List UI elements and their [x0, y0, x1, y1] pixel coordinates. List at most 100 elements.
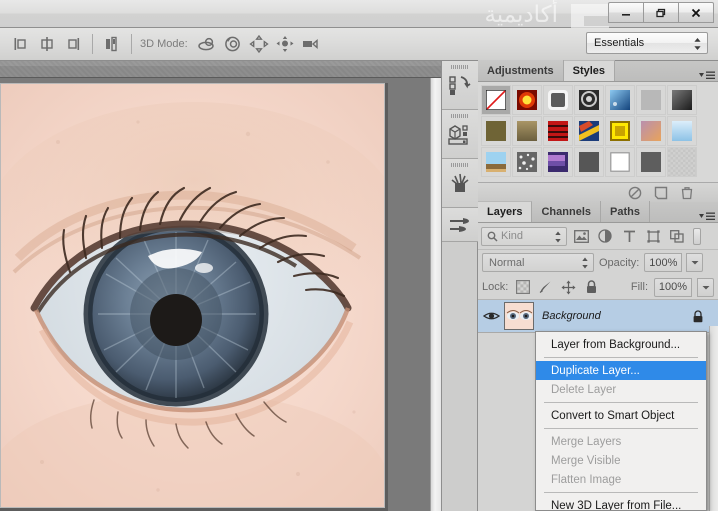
filter-smart-object-icon[interactable]: [667, 227, 687, 246]
style-swatch-none[interactable]: [481, 85, 511, 115]
styles-panel-footer: [478, 182, 718, 202]
filter-type-layers-icon[interactable]: [619, 227, 639, 246]
context-menu-item-label: New 3D Layer from File...: [551, 499, 682, 511]
context-menu-item-label: Merge Layers: [551, 435, 622, 448]
styles-panel-menu-icon[interactable]: [696, 70, 718, 81]
context-menu-item-new-3d-layer-from-file[interactable]: New 3D Layer from File...: [536, 496, 706, 511]
style-swatch-purple-bevel[interactable]: [543, 147, 573, 177]
style-swatch-olive-flat[interactable]: [481, 116, 511, 146]
style-swatch-dark-fade[interactable]: [667, 85, 697, 115]
context-menu-separator-1: [544, 357, 698, 358]
filter-kind-select[interactable]: Kind: [481, 226, 567, 246]
tab-paths[interactable]: Paths: [601, 201, 650, 222]
workspace-label: Essentials: [594, 37, 645, 49]
layer-thumbnail-image: [505, 303, 533, 329]
workspace-spinner-icon[interactable]: [693, 37, 702, 51]
style-swatch-dark-gray-flat[interactable]: [574, 147, 604, 177]
panel-grip[interactable]: [451, 65, 469, 69]
tab-styles[interactable]: Styles: [563, 60, 616, 81]
layers-panel-scrollbar[interactable]: [709, 326, 718, 511]
lock-transparent-pixels-icon[interactable]: [514, 279, 531, 296]
filter-kind-label: Kind: [501, 230, 524, 242]
tab-channels[interactable]: Channels: [532, 201, 601, 222]
style-swatch-sunset[interactable]: [636, 116, 666, 146]
context-menu-item-merge-layers: Merge Layers: [536, 432, 706, 451]
3d-scale-camera-tool-icon[interactable]: [298, 31, 324, 57]
new-style-icon[interactable]: [654, 186, 668, 200]
style-swatch-ice-blue[interactable]: [667, 116, 697, 146]
layer-thumbnail[interactable]: [504, 302, 534, 330]
align-left-edges-icon[interactable]: [8, 31, 34, 57]
panel-grip-3[interactable]: [451, 163, 469, 167]
align-right-edges-icon[interactable]: [60, 31, 86, 57]
document-tab-bar[interactable]: [0, 61, 441, 78]
minimize-button[interactable]: [608, 2, 644, 23]
panel-grip-2[interactable]: [451, 114, 469, 118]
filter-kind-spinner-icon[interactable]: [554, 231, 562, 243]
style-swatch-graffiti[interactable]: [574, 116, 604, 146]
photoshop-window: أكاديمية حسوب: [0, 0, 718, 511]
3d-slide-tool-icon[interactable]: [272, 31, 298, 57]
blend-mode-spinner-icon[interactable]: [581, 257, 589, 269]
layers-panel-menu-icon[interactable]: [696, 211, 718, 222]
restore-button[interactable]: [643, 2, 679, 23]
style-swatch-yellow-gel[interactable]: [605, 116, 635, 146]
3d-roll-tool-icon[interactable]: [220, 31, 246, 57]
style-swatch-noise-white[interactable]: [512, 147, 542, 177]
fill-dropdown-arrow[interactable]: [697, 277, 714, 297]
tab-layers-label: Layers: [487, 206, 523, 218]
3d-rotate-tool-icon[interactable]: [194, 31, 220, 57]
align-horizontal-centers-icon[interactable]: [34, 31, 60, 57]
context-menu-item-convert-to-smart-object[interactable]: Convert to Smart Object: [536, 406, 706, 425]
workspace-selector[interactable]: Essentials: [586, 32, 708, 54]
3d-panel-icon[interactable]: [442, 110, 478, 159]
lock-row: Lock: Fill: 100%: [478, 275, 718, 300]
distribute-objects-icon[interactable]: [99, 31, 125, 57]
layer-lock-icon: [693, 310, 703, 323]
filter-adjustment-layers-icon[interactable]: [595, 227, 615, 246]
context-menu-item-flatten-image: Flatten Image: [536, 470, 706, 489]
tab-adjustments[interactable]: Adjustments: [478, 60, 564, 81]
style-swatch-landscape[interactable]: [481, 147, 511, 177]
close-button[interactable]: [678, 2, 714, 23]
style-swatch-red-glow[interactable]: [512, 85, 542, 115]
document-tab-strip: [0, 61, 441, 66]
brush-panel-icon[interactable]: [442, 159, 478, 208]
lock-position-icon[interactable]: [560, 279, 577, 296]
style-swatch-white-outline[interactable]: [605, 147, 635, 177]
opacity-dropdown-arrow[interactable]: [686, 253, 704, 272]
filter-pixel-layers-icon[interactable]: [571, 227, 591, 246]
image-canvas[interactable]: [0, 83, 385, 508]
fill-value[interactable]: 100%: [654, 277, 692, 297]
history-panel-icon[interactable]: [442, 61, 478, 110]
clear-style-icon[interactable]: [628, 186, 642, 200]
style-swatch-blue-sky[interactable]: [605, 85, 635, 115]
tab-layers[interactable]: Layers: [478, 201, 533, 222]
layer-name: Background: [542, 310, 601, 322]
toolbar-divider-2: [131, 34, 132, 54]
filter-shape-layers-icon[interactable]: [643, 227, 663, 246]
lock-image-pixels-icon[interactable]: [537, 279, 554, 296]
style-swatch-tan-gradient[interactable]: [512, 116, 542, 146]
tool-presets-panel-icon[interactable]: [442, 208, 478, 242]
toolbar-divider: [92, 34, 93, 54]
context-menu-item-duplicate-layer[interactable]: Duplicate Layer...: [536, 361, 706, 380]
layer-visibility-toggle[interactable]: [478, 310, 504, 322]
style-swatch-gray-button[interactable]: [543, 85, 573, 115]
opacity-value[interactable]: 100%: [644, 253, 683, 272]
style-swatch-red-stripes[interactable]: [543, 116, 573, 146]
canvas-vertical-scrollbar[interactable]: [430, 78, 441, 511]
search-icon: [487, 231, 498, 242]
options-bar: 3D Mode: Essentials: [0, 28, 718, 61]
blend-mode-value: Normal: [489, 256, 525, 269]
context-menu-item-layer-from-background[interactable]: Layer from Background...: [536, 335, 706, 354]
style-swatch-gray-flat[interactable]: [636, 147, 666, 177]
lock-all-icon[interactable]: [583, 279, 600, 296]
style-swatch-light-gray[interactable]: [636, 85, 666, 115]
delete-style-icon[interactable]: [680, 186, 694, 200]
layer-row-background[interactable]: Background: [478, 300, 718, 333]
3d-pan-tool-icon[interactable]: [246, 31, 272, 57]
blend-mode-select[interactable]: Normal: [482, 253, 594, 272]
filter-toggle-switch[interactable]: [693, 227, 701, 245]
style-swatch-dark-metal[interactable]: [574, 85, 604, 115]
